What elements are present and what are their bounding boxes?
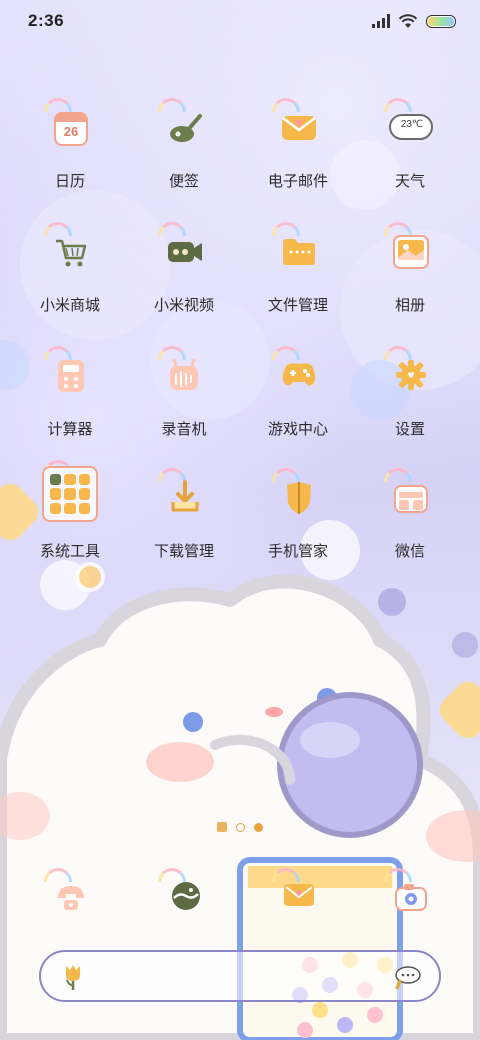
app-wechat[interactable]: 微信 bbox=[360, 468, 460, 578]
browser-icon bbox=[154, 868, 214, 930]
app-notes[interactable]: 便签 bbox=[134, 98, 234, 208]
app-label: 电子邮件 bbox=[267, 173, 328, 190]
app-label: 日历 bbox=[54, 173, 85, 190]
photo-icon bbox=[380, 222, 440, 284]
signal-icon bbox=[372, 14, 390, 28]
app-file-manager[interactable]: 文件管理 bbox=[248, 222, 348, 332]
gamepad-icon bbox=[268, 346, 328, 408]
app-label: 设置 bbox=[394, 421, 425, 438]
app-label: 天气 bbox=[394, 173, 425, 190]
wechat-icon bbox=[380, 468, 440, 530]
download-icon bbox=[154, 468, 214, 530]
folder-icon bbox=[268, 222, 328, 284]
app-label: 相册 bbox=[394, 297, 425, 314]
clock: 2:36 bbox=[28, 11, 65, 30]
app-label: 游戏中心 bbox=[267, 421, 328, 438]
app-label: 下载管理 bbox=[153, 543, 214, 560]
app-email[interactable]: 电子邮件 bbox=[248, 98, 348, 208]
battery-icon bbox=[426, 14, 456, 28]
email-icon bbox=[268, 98, 328, 160]
app-weather[interactable]: 23℃ 天气 bbox=[360, 98, 460, 208]
camera-icon bbox=[380, 868, 440, 930]
notes-icon bbox=[154, 98, 214, 160]
app-calendar[interactable]: 26 日历 bbox=[20, 98, 120, 208]
app-recorder[interactable]: 录音机 bbox=[134, 346, 234, 456]
page-dot[interactable] bbox=[236, 822, 245, 832]
shield-icon bbox=[268, 468, 328, 530]
app-folder-system-tools[interactable]: 系统工具 bbox=[20, 460, 120, 570]
status-bar: 2:36 bbox=[0, 0, 480, 44]
wifi-icon bbox=[398, 13, 418, 28]
app-game-center[interactable]: 游戏中心 bbox=[248, 346, 348, 456]
status-icons bbox=[372, 12, 456, 30]
dock-phone[interactable] bbox=[20, 868, 120, 938]
folder-grid-icon bbox=[40, 460, 100, 522]
app-gallery[interactable]: 相册 bbox=[360, 222, 460, 332]
app-settings[interactable]: 设置 bbox=[360, 346, 460, 456]
dock-browser[interactable] bbox=[134, 868, 234, 938]
assistant-icon[interactable] bbox=[393, 964, 421, 990]
app-security[interactable]: 手机管家 bbox=[248, 468, 348, 578]
calendar-icon: 26 bbox=[40, 98, 100, 160]
app-label: 小米商城 bbox=[39, 297, 100, 314]
page-dot-active[interactable] bbox=[254, 822, 263, 832]
app-mi-video[interactable]: 小米视频 bbox=[134, 222, 234, 332]
video-camera-icon bbox=[154, 222, 214, 284]
app-calculator[interactable]: 计算器 bbox=[20, 346, 120, 456]
calculator-icon bbox=[40, 346, 100, 408]
app-label: 录音机 bbox=[161, 421, 207, 438]
weather-icon: 23℃ bbox=[380, 98, 440, 160]
shopping-cart-icon bbox=[40, 222, 100, 284]
app-label: 手机管家 bbox=[267, 543, 328, 560]
search-bar[interactable] bbox=[39, 950, 441, 1002]
messages-icon bbox=[268, 868, 328, 930]
app-label: 微信 bbox=[394, 543, 425, 560]
dock-camera[interactable] bbox=[360, 868, 460, 938]
dock-messages[interactable] bbox=[248, 868, 348, 938]
tulip-icon[interactable] bbox=[61, 962, 85, 992]
app-downloads[interactable]: 下载管理 bbox=[134, 468, 234, 578]
recorder-icon bbox=[154, 346, 214, 408]
gear-icon bbox=[380, 346, 440, 408]
app-label: 文件管理 bbox=[267, 297, 328, 314]
app-label: 计算器 bbox=[47, 421, 93, 438]
app-label: 小米视频 bbox=[153, 297, 214, 314]
phone-icon bbox=[40, 868, 100, 930]
app-label: 系统工具 bbox=[39, 543, 100, 560]
page-indicator[interactable] bbox=[0, 822, 480, 832]
home-page-icon[interactable] bbox=[217, 822, 227, 832]
app-label: 便签 bbox=[168, 173, 199, 190]
app-mi-store[interactable]: 小米商城 bbox=[20, 222, 120, 332]
